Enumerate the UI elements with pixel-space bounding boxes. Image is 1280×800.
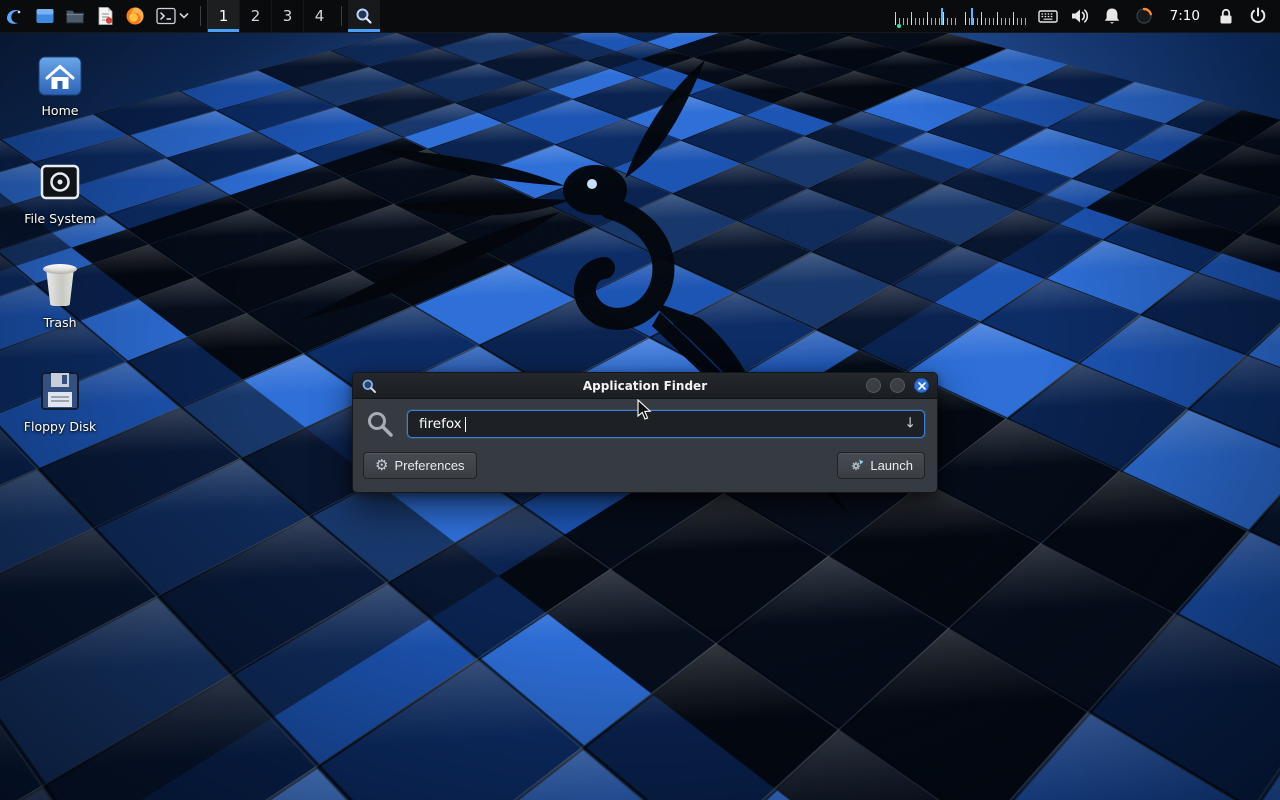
workspace-4-label: 4 xyxy=(315,7,325,25)
folder-launcher-icon[interactable] xyxy=(60,0,90,32)
notifications-bell-icon[interactable] xyxy=(1096,0,1128,32)
window-title: Application Finder xyxy=(353,379,937,393)
panel-tray: 7:10 xyxy=(892,0,1280,32)
dropdown-arrow-icon[interactable]: ↓ xyxy=(904,416,916,432)
workspace-1-label: 1 xyxy=(219,7,229,25)
graph-spike xyxy=(971,8,973,25)
gear-icon: ⚙ xyxy=(375,458,388,473)
desktop-icon-file-system[interactable]: File System xyxy=(12,160,108,226)
taskbar-application-finder-button[interactable] xyxy=(348,0,380,32)
panel-separator xyxy=(200,6,201,26)
workspace-2-label: 2 xyxy=(251,7,261,25)
clock-label: 7:10 xyxy=(1170,8,1200,24)
desktop-icon-label: Floppy Disk xyxy=(24,419,96,434)
status-indicator-icon[interactable] xyxy=(1128,0,1160,32)
window-titlebar[interactable]: Application Finder xyxy=(353,373,937,399)
terminal-icon xyxy=(155,5,177,27)
maximize-button[interactable] xyxy=(890,378,905,393)
file-system-icon xyxy=(38,160,82,204)
desktop-icon-label: Trash xyxy=(43,315,76,330)
logout-power-icon[interactable] xyxy=(1242,0,1274,32)
cpu-graph-widget-2[interactable] xyxy=(965,4,1029,28)
desktop-icon-label: File System xyxy=(24,211,96,226)
lock-screen-icon[interactable] xyxy=(1210,0,1242,32)
desktop-icon-label: Home xyxy=(42,103,79,118)
launch-icon xyxy=(849,458,864,473)
launch-button[interactable]: Launch xyxy=(837,452,925,479)
terminal-launcher[interactable] xyxy=(150,0,194,32)
close-button[interactable] xyxy=(914,378,929,393)
clock[interactable]: 7:10 xyxy=(1160,0,1210,32)
application-finder-window: Application Finder xyxy=(352,372,938,493)
trash-body xyxy=(45,270,75,306)
graph-indicator-dot xyxy=(897,24,901,28)
search-input-value: firefox xyxy=(419,416,462,432)
file-manager-launcher-icon[interactable] xyxy=(30,0,60,32)
workspace-button-4[interactable]: 4 xyxy=(303,0,335,32)
home-icon xyxy=(38,56,82,96)
cpu-graph-widget[interactable] xyxy=(895,4,959,28)
workspace-button-2[interactable]: 2 xyxy=(239,0,271,32)
panel-separator xyxy=(341,6,342,26)
volume-icon[interactable] xyxy=(1064,0,1096,32)
application-finder-taskbar-icon xyxy=(355,7,373,25)
button-row: ⚙ Preferences Launch xyxy=(363,452,925,479)
search-input[interactable]: firefox ↓ xyxy=(407,410,925,438)
launch-button-label: Launch xyxy=(870,458,913,473)
close-icon xyxy=(918,382,926,390)
window-controls xyxy=(866,378,929,393)
graph-ticks-tall xyxy=(965,12,1029,25)
kali-menu-icon[interactable] xyxy=(0,0,30,32)
graph-spike xyxy=(941,8,943,25)
workspace-button-3[interactable]: 3 xyxy=(271,0,303,32)
firefox-launcher-icon[interactable] xyxy=(120,0,150,32)
desktop-icon-home[interactable]: Home xyxy=(12,56,108,118)
workspace-button-1[interactable]: 1 xyxy=(207,0,239,32)
minimize-button[interactable] xyxy=(866,378,881,393)
terminal-dropdown-chevron-icon xyxy=(179,12,189,20)
text-caret xyxy=(465,417,466,432)
trash-lid xyxy=(43,264,77,274)
desktop-icon-trash[interactable]: Trash xyxy=(12,264,108,330)
workspace-3-label: 3 xyxy=(283,7,293,25)
desktop-icon-floppy-disk[interactable]: Floppy Disk xyxy=(12,370,108,434)
text-editor-launcher-icon[interactable] xyxy=(90,0,120,32)
floppy-disk-icon xyxy=(39,370,81,412)
top-panel: 1 2 3 4 xyxy=(0,0,1280,33)
trash-icon xyxy=(40,264,80,308)
search-icon xyxy=(363,409,397,439)
graph-ticks-tall xyxy=(895,12,959,25)
mouse-cursor xyxy=(637,399,653,421)
desktop: 1 2 3 4 xyxy=(0,0,1280,800)
keyboard-layout-icon[interactable] xyxy=(1032,0,1064,32)
application-finder-icon xyxy=(361,378,377,394)
preferences-button-label: Preferences xyxy=(394,458,464,473)
preferences-button[interactable]: ⚙ Preferences xyxy=(363,452,477,479)
